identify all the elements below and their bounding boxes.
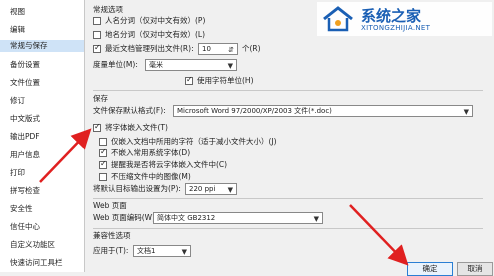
unit-select[interactable]: 毫米 ▼ [145, 59, 237, 71]
options-sidebar: 视图 编辑 常规与保存 备份设置 文件位置 修订 中文版式 输出PDF 用户信息… [0, 0, 85, 272]
web-section-title: Web 页面 [93, 201, 127, 210]
cloud-fonts-option[interactable]: 提醒我是否将云字体嵌入文件中(C) [99, 159, 227, 170]
sidebar-item-security[interactable]: 安全性 [10, 203, 33, 214]
sidebar-item-file-location[interactable]: 文件位置 [10, 77, 40, 88]
watermark-url: XITONGZHIJIA.NET [361, 24, 431, 32]
unit-label: 度量单位(M): [93, 60, 138, 69]
chevron-down-icon: ▼ [313, 215, 319, 223]
apply-select[interactable]: 文档1 ▼ [133, 245, 191, 257]
embed-fonts-checkbox[interactable] [93, 122, 101, 132]
recent-count-spinner[interactable]: 10 ⇵ [198, 43, 238, 55]
watermark-title: 系统之家 [361, 7, 422, 25]
sidebar-item-trust-center[interactable]: 信任中心 [10, 221, 40, 232]
chevron-down-icon: ▼ [227, 62, 233, 70]
sidebar-item-spellcheck[interactable]: 拼写检查 [10, 185, 40, 196]
chevron-down-icon: ▼ [181, 248, 187, 256]
spinner-arrows-icon[interactable]: ⇵ [228, 45, 234, 54]
sidebar-item-edit[interactable]: 编辑 [10, 24, 25, 35]
sidebar-item-revision[interactable]: 修订 [10, 95, 25, 106]
target-select[interactable]: 220 ppi ▼ [185, 183, 237, 195]
divider [93, 228, 483, 229]
sidebar-item-user-info[interactable]: 用户信息 [10, 149, 40, 160]
pinyin-name-option[interactable]: 人名分词（仅对中文有效）(P) [93, 16, 205, 26]
general-section-title: 常规选项 [93, 5, 123, 14]
save-section-title: 保存 [93, 94, 108, 103]
embed-used-only-option[interactable]: 仅嵌入文档中所用的字符（适于减小文件大小）(J) [99, 137, 277, 147]
cancel-button[interactable]: 取消 [457, 262, 493, 276]
no-common-fonts-checkbox[interactable] [99, 147, 107, 157]
apply-label: 应用于(T): [93, 246, 129, 255]
recent-files-option[interactable]: 最近文档管理列出文件(R): [93, 43, 194, 54]
sidebar-item-chinese-layout[interactable]: 中文版式 [10, 113, 40, 124]
chevron-down-icon: ▼ [227, 186, 233, 194]
chevron-down-icon: ▼ [463, 108, 469, 116]
encoding-select[interactable]: 简体中文 GB2312 ▼ [153, 212, 323, 224]
place-name-checkbox[interactable] [93, 31, 101, 39]
place-name-option[interactable]: 地名分词（仅对中文有效）(L) [93, 30, 205, 40]
divider [93, 90, 483, 91]
options-main-panel: 常规选项 人名分词（仅对中文有效）(P) 地名分词（仅对中文有效）(L) 最近文… [85, 0, 494, 276]
char-unit-option[interactable]: 使用字符单位(H) [185, 75, 254, 86]
sidebar-item-quick-access[interactable]: 快速访问工具栏 [10, 257, 63, 268]
watermark-logo: 系统之家 XITONGZHIJIA.NET [317, 2, 492, 36]
sidebar-item-print[interactable]: 打印 [10, 167, 25, 178]
pinyin-name-checkbox[interactable] [93, 17, 101, 25]
format-select[interactable]: Microsoft Word 97/2000/XP/2003 文件(*.doc)… [173, 105, 473, 117]
sidebar-item-custom-ribbon[interactable]: 自定义功能区 [10, 239, 55, 250]
recent-unit-label: 个(R) [242, 44, 261, 53]
sidebar-item-view[interactable]: 视图 [10, 6, 25, 17]
cloud-fonts-checkbox[interactable] [99, 159, 107, 169]
no-compress-checkbox[interactable] [99, 173, 107, 181]
ok-button[interactable]: 确定 [407, 262, 453, 276]
recent-files-checkbox[interactable] [93, 43, 101, 53]
char-unit-checkbox[interactable] [185, 75, 193, 85]
house-logo-icon [323, 6, 353, 32]
target-label: 将默认目标输出设置为(P): [93, 184, 181, 193]
no-common-fonts-option[interactable]: 不嵌入常用系统字体(D) [99, 147, 190, 158]
embed-used-only-checkbox[interactable] [99, 138, 107, 146]
sidebar-item-general-save[interactable]: 常规与保存 [0, 40, 84, 52]
sidebar-item-output-pdf[interactable]: 输出PDF [10, 131, 40, 142]
compat-section-title: 兼容性选项 [93, 231, 131, 240]
encoding-label: Web 页面编码(W): [93, 213, 158, 222]
embed-fonts-option[interactable]: 将字体嵌入文件(T) [93, 122, 168, 133]
divider [93, 198, 483, 199]
no-compress-option[interactable]: 不压缩文件中的图像(M) [99, 172, 191, 182]
format-label: 文件保存默认格式(F): [93, 106, 166, 115]
sidebar-item-backup[interactable]: 备份设置 [10, 59, 40, 70]
